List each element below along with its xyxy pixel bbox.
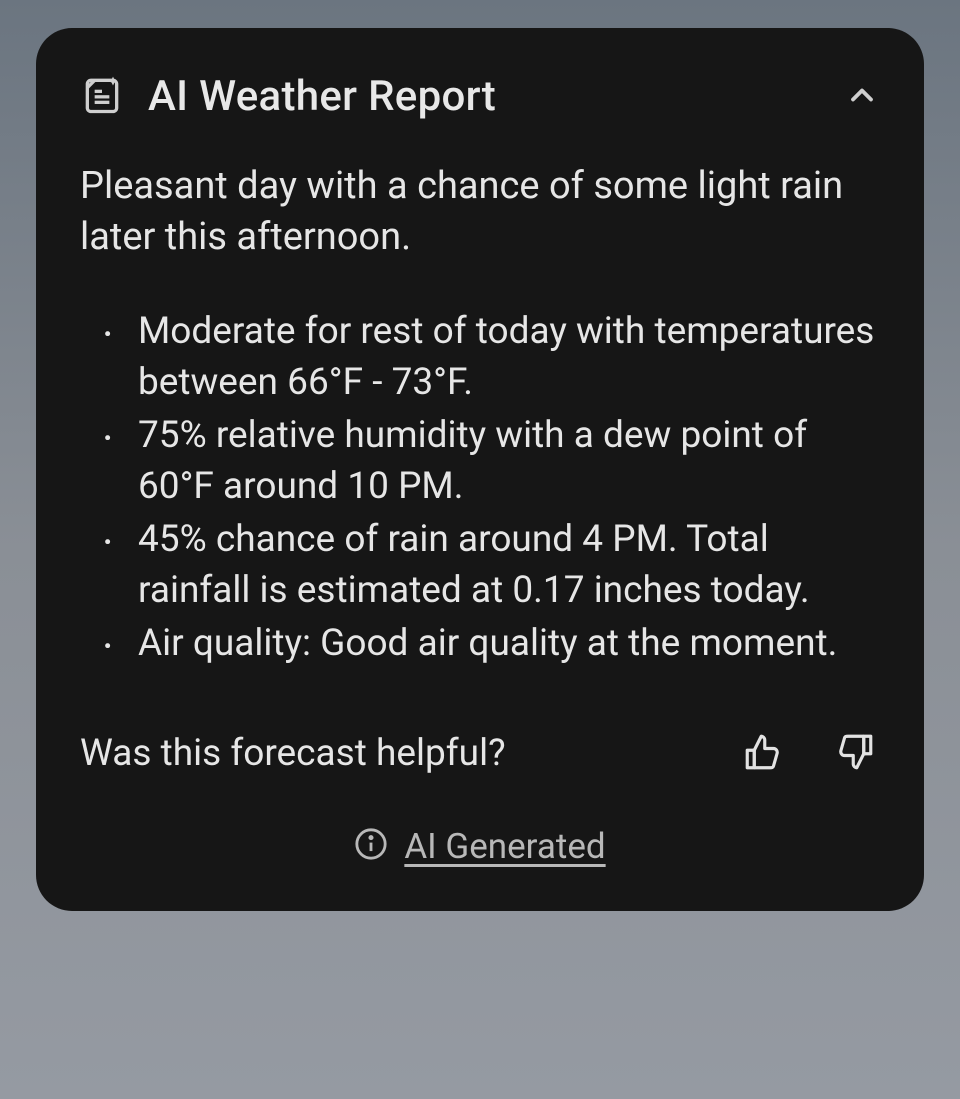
feedback-buttons — [738, 727, 880, 780]
feedback-row: Was this forecast helpful? — [80, 717, 880, 780]
collapse-chevron-up-icon[interactable] — [844, 77, 880, 117]
weather-summary: Pleasant day with a chance of some light… — [80, 161, 880, 264]
card-title: AI Weather Report — [148, 72, 496, 121]
weather-bullet-item: 45% chance of rain around 4 PM. Total ra… — [98, 514, 880, 616]
weather-bullet-item: 75% relative humidity with a dew point o… — [98, 410, 880, 512]
info-icon — [354, 827, 388, 865]
thumbs-up-button[interactable] — [738, 727, 788, 780]
feedback-prompt: Was this forecast helpful? — [80, 732, 506, 775]
header-left: AI Weather Report — [80, 72, 496, 121]
ai-weather-report-card: AI Weather Report Pleasant day with a ch… — [36, 28, 924, 911]
ai-generated-link[interactable]: AI Generated — [404, 826, 605, 867]
weather-bullet-item: Moderate for rest of today with temperat… — [98, 306, 880, 408]
thumbs-down-icon — [834, 731, 876, 776]
ai-generated-row: AI Generated — [80, 818, 880, 867]
thumbs-down-button[interactable] — [830, 727, 880, 780]
card-header: AI Weather Report — [80, 72, 880, 121]
thumbs-up-icon — [742, 731, 784, 776]
weather-bullet-item: Air quality: Good air quality at the mom… — [98, 618, 880, 669]
report-sparkle-icon — [80, 73, 124, 121]
weather-bullet-list: Moderate for rest of today with temperat… — [80, 306, 880, 669]
